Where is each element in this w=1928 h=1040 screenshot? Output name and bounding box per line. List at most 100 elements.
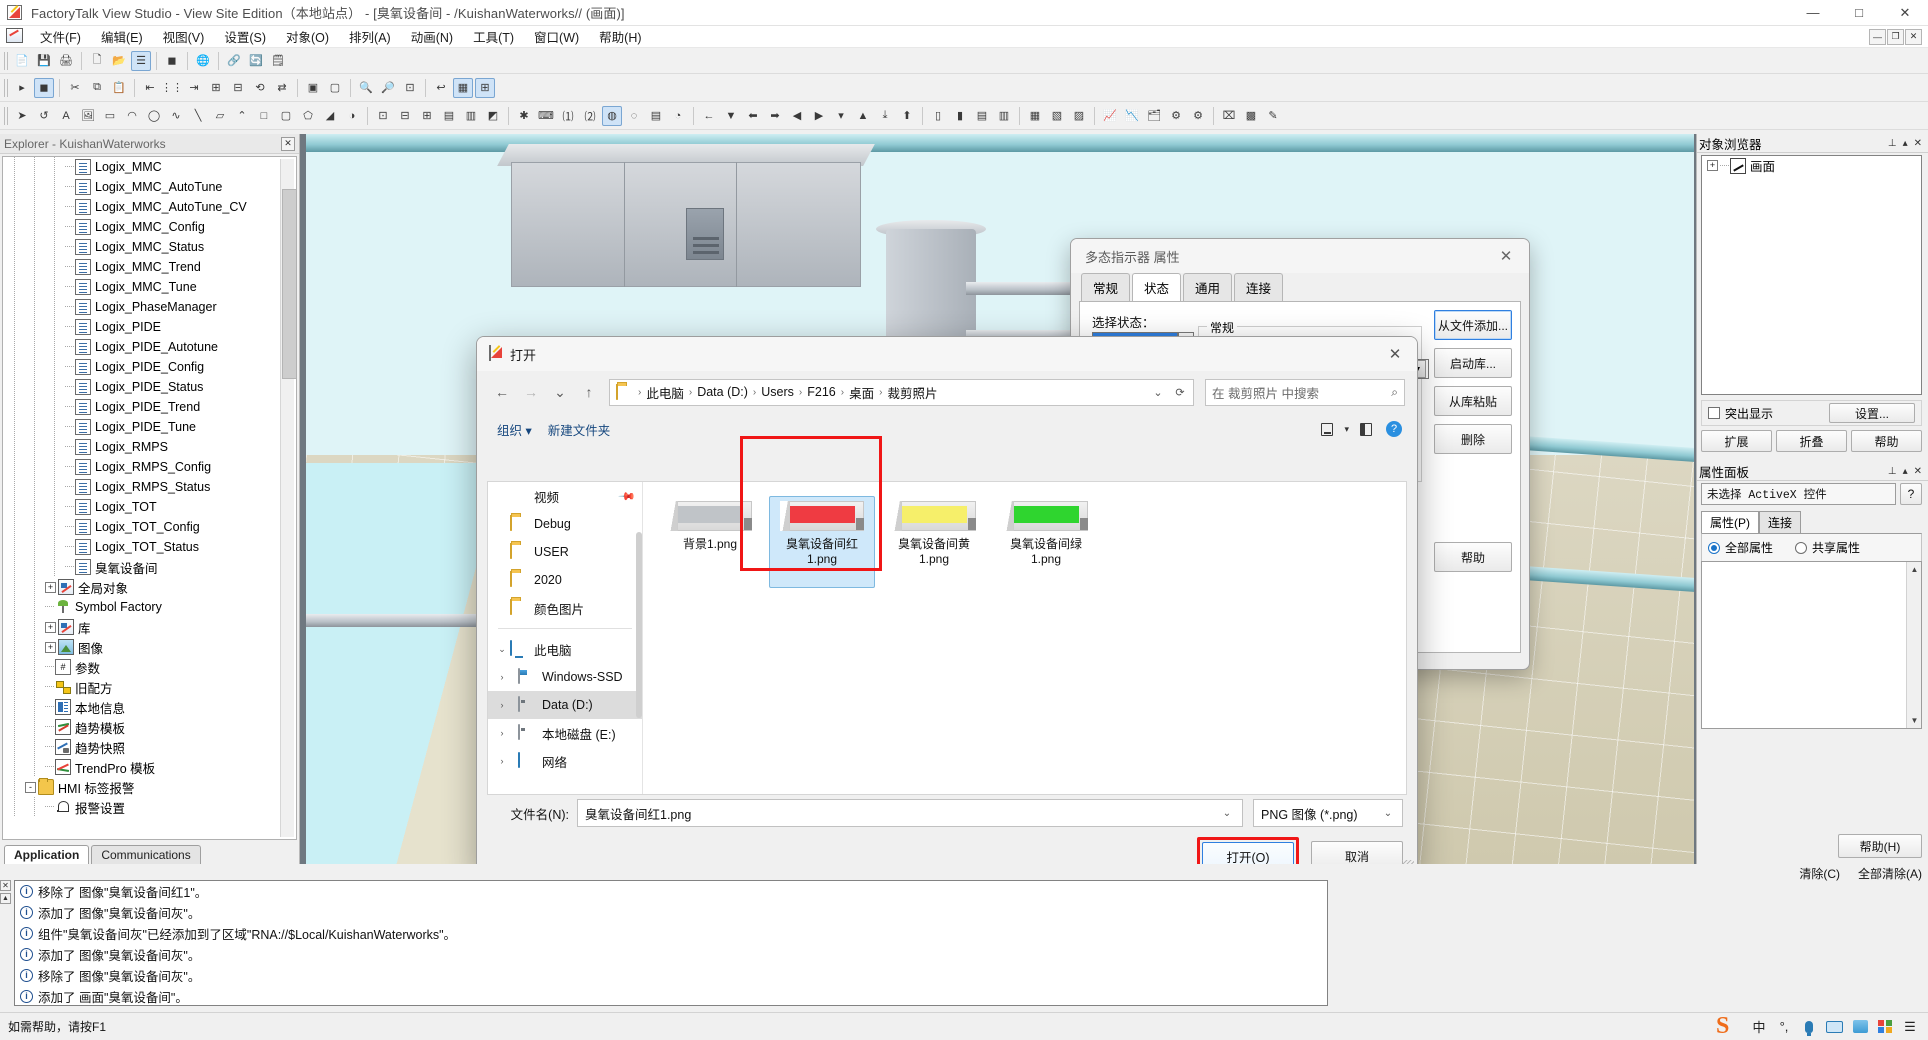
open-file-icon[interactable]: 📂 bbox=[109, 51, 129, 71]
alarm-banner-icon[interactable]: ▦ bbox=[1025, 106, 1045, 126]
explorer-tree-item[interactable]: 本地信息 bbox=[3, 697, 296, 717]
breadcrumb-desktop[interactable]: 桌面 bbox=[845, 381, 878, 404]
property-list-scrollbar[interactable]: ▲ ▼ bbox=[1906, 562, 1921, 728]
nav-pane-item[interactable]: ⌄ 此电脑 bbox=[488, 635, 642, 663]
zoom-out-icon[interactable]: 🔎 bbox=[378, 78, 398, 98]
numeric-input-icon[interactable]: ⌨ bbox=[536, 106, 556, 126]
nav-pane-item[interactable]: › Data (D:) bbox=[488, 691, 642, 719]
string-input-icon[interactable]: ⑵ bbox=[580, 106, 600, 126]
explorer-tree-item[interactable]: Logix_TOT_Status bbox=[3, 537, 296, 557]
arrow-next-icon[interactable]: ▶ bbox=[809, 106, 829, 126]
log-list[interactable]: i 移除了 图像"臭氧设备间红1"。 i 添加了 图像"臭氧设备间灰"。 i 组件"臭氧设… bbox=[14, 880, 1328, 1006]
numeric-display-icon[interactable]: ✱ bbox=[514, 106, 534, 126]
explorer-tree-item[interactable]: Logix_MMC_Tune bbox=[3, 277, 296, 297]
chevron-right-icon[interactable]: ⌄ bbox=[494, 644, 510, 655]
ime-toolbox-icon[interactable] bbox=[1852, 1020, 1868, 1033]
object-browser-pin-icon[interactable]: ⊥ bbox=[1888, 138, 1897, 149]
undo-icon[interactable]: ↩ bbox=[431, 78, 451, 98]
report-icon[interactable]: 🗒 bbox=[268, 51, 288, 71]
menu-animation[interactable]: 动画(N) bbox=[401, 25, 463, 48]
explorer-tree-item[interactable]: Logix_MMC_AutoTune_CV bbox=[3, 197, 296, 217]
rounded-rect-tool-icon[interactable]: ▢ bbox=[276, 106, 296, 126]
toolbar-grip-3[interactable] bbox=[4, 106, 8, 125]
align-right-icon[interactable]: ⇥ bbox=[184, 78, 204, 98]
breadcrumb-data-d[interactable]: Data (D:) bbox=[693, 383, 752, 401]
mdi-close-button[interactable]: ✕ bbox=[1905, 28, 1922, 45]
breadcrumb-current-folder[interactable]: 裁剪照片 bbox=[883, 381, 941, 404]
paste-from-library-button[interactable]: 从库粘贴 bbox=[1434, 386, 1512, 416]
maximize-button[interactable]: □ bbox=[1836, 0, 1882, 26]
string-display-icon[interactable]: ⑴ bbox=[558, 106, 578, 126]
breadcrumb-f216[interactable]: F216 bbox=[803, 383, 840, 401]
explorer-tree-item[interactable]: + 库 bbox=[3, 617, 296, 637]
menu-edit[interactable]: 编辑(E) bbox=[91, 25, 153, 48]
tab-connections[interactable]: 连接 bbox=[1759, 511, 1802, 533]
close-button[interactable]: ✕ bbox=[1882, 0, 1928, 26]
rotate-icon[interactable]: ⟲ bbox=[250, 78, 270, 98]
group-icon[interactable]: ⊞ bbox=[206, 78, 226, 98]
ungroup-icon[interactable]: ⊟ bbox=[228, 78, 248, 98]
scroll-up-icon[interactable]: ▲ bbox=[1907, 562, 1922, 577]
pen-tool-icon[interactable]: ✎ bbox=[1263, 106, 1283, 126]
new-file-icon[interactable]: 🗋 bbox=[87, 51, 107, 71]
explorer-toggle-icon[interactable]: ☰ bbox=[131, 50, 151, 71]
nav-pane-item[interactable]: 颜色图片 bbox=[488, 594, 642, 622]
explorer-tree-item[interactable]: Logix_RMPS_Status bbox=[3, 477, 296, 497]
breadcrumb-bar[interactable]: › 此电脑 › Data (D:) › Users › F216 › 桌面 › … bbox=[609, 378, 1194, 406]
object-browser-close-icon[interactable]: ✕ bbox=[1914, 138, 1922, 149]
ime-chinese-icon[interactable]: 中 bbox=[1751, 1017, 1767, 1036]
send-back-icon[interactable]: ▢ bbox=[325, 78, 345, 98]
globe-icon[interactable]: 🌐 bbox=[193, 51, 213, 71]
explorer-tree-item[interactable]: Logix_MMC_Config bbox=[3, 217, 296, 237]
log-line[interactable]: i 移除了 图像"臭氧设备间灰"。 bbox=[15, 965, 1327, 986]
arrow-up-icon[interactable]: ▲ bbox=[853, 106, 873, 126]
help-icon[interactable]: ? bbox=[1383, 418, 1405, 440]
explorer-tree-item[interactable]: Logix_MMC_Status bbox=[3, 237, 296, 257]
polyline-tool-icon[interactable]: ⌃ bbox=[232, 106, 252, 126]
menu-file[interactable]: 文件(F) bbox=[30, 25, 91, 48]
multistate-indicator-icon[interactable]: ◍ bbox=[602, 105, 622, 126]
property-panel-close-icon[interactable]: ✕ bbox=[1914, 466, 1922, 477]
explorer-tree-item[interactable]: 趋势快照 bbox=[3, 737, 296, 757]
radio-shared-properties[interactable]: 共享属性 bbox=[1795, 539, 1860, 556]
gauge-icon[interactable]: ◔ bbox=[668, 106, 688, 126]
delete-button[interactable]: 删除 bbox=[1434, 424, 1512, 454]
sogou-ime-logo-icon[interactable]: S bbox=[1716, 1014, 1742, 1040]
props-tab-states[interactable]: 状态 bbox=[1132, 273, 1182, 301]
test-display-icon[interactable]: ◼ bbox=[34, 77, 54, 98]
activex-help-button[interactable]: ? bbox=[1900, 483, 1922, 505]
mdi-minimize-button[interactable]: — bbox=[1869, 28, 1886, 45]
file-item[interactable]: 臭氧设备间黄1.png bbox=[881, 496, 987, 588]
symbol-lib-icon[interactable]: ▩ bbox=[1241, 106, 1261, 126]
log-line[interactable]: i 移除了 图像"臭氧设备间红1"。 bbox=[15, 881, 1327, 902]
explorer-tree-item[interactable]: # 参数 bbox=[3, 657, 296, 677]
nav-pane-item[interactable]: 2020 bbox=[488, 566, 642, 594]
explorer-tree-item[interactable]: Logix_RMPS bbox=[3, 437, 296, 457]
symbol-indicator-icon[interactable]: ◌ bbox=[624, 106, 644, 126]
zoom-fit-icon[interactable]: ⊡ bbox=[400, 78, 420, 98]
pin-icon[interactable]: 📌 bbox=[618, 487, 637, 505]
toolbar-grip-2[interactable] bbox=[4, 78, 8, 97]
expand-button[interactable]: 扩展 bbox=[1701, 430, 1772, 452]
props-dialog-close-button[interactable]: ✕ bbox=[1491, 241, 1521, 271]
log-close-button[interactable]: ✕ bbox=[0, 880, 11, 891]
keypad-icon[interactable]: ⌧ bbox=[1219, 106, 1239, 126]
nav-pane-item[interactable]: Debug bbox=[488, 510, 642, 538]
log-clear-button[interactable]: 清除(C) bbox=[1799, 865, 1840, 882]
open-file-dialog[interactable]: 打开 ✕ ← → ⌄ ↑ › 此电脑 › Data (D:) › Users ›… bbox=[476, 336, 1418, 876]
file-item[interactable]: 背景1.png bbox=[657, 496, 763, 588]
view-mode-icon[interactable] bbox=[1316, 418, 1338, 440]
arrow-upload-icon[interactable]: ⬆ bbox=[897, 106, 917, 126]
ellipse-tool-icon[interactable]: ◯ bbox=[144, 106, 164, 126]
up-icon[interactable]: ↑ bbox=[576, 379, 602, 405]
ime-apps-icon[interactable] bbox=[1877, 1020, 1893, 1033]
property-list[interactable]: ▲ ▼ bbox=[1701, 561, 1922, 729]
line-tool-icon[interactable]: ╲ bbox=[188, 106, 208, 126]
text-tool-icon[interactable]: A bbox=[56, 106, 76, 126]
tab-application[interactable]: Application bbox=[4, 845, 90, 864]
search-icon[interactable]: ⌕ bbox=[1391, 385, 1398, 400]
explorer-scroll-thumb[interactable] bbox=[282, 189, 296, 379]
open-dialog-close-button[interactable]: ✕ bbox=[1379, 339, 1411, 369]
square-tool-icon[interactable]: □ bbox=[254, 106, 274, 126]
paste-icon[interactable]: 📋 bbox=[109, 78, 129, 98]
